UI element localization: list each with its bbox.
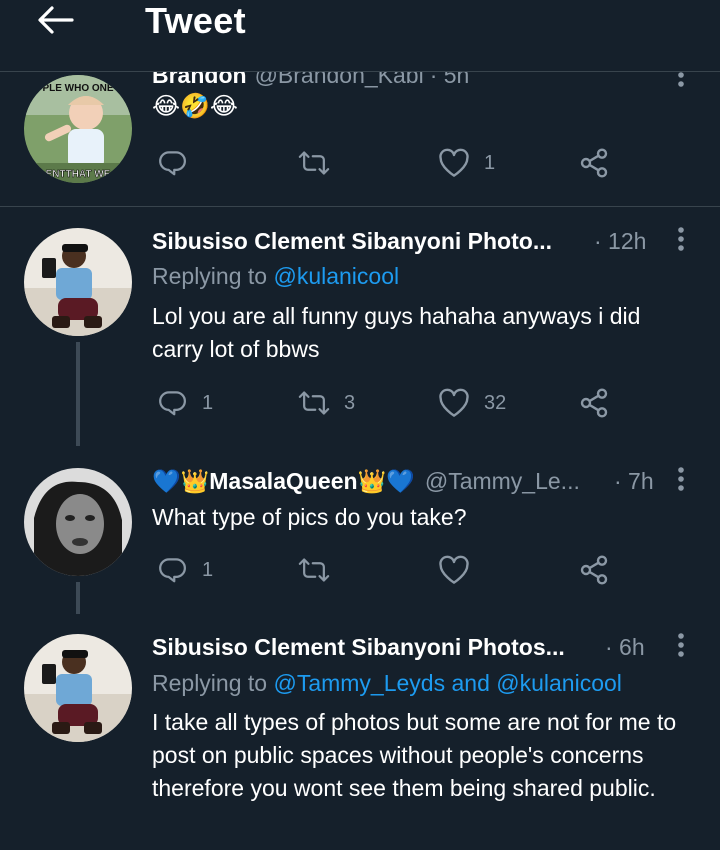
timestamp[interactable]: · 7h (614, 468, 654, 495)
more-options-button[interactable] (670, 466, 692, 496)
more-icon (678, 467, 684, 491)
tweet-sibusiso-2[interactable]: Sibusiso Clement Sibanyoni Photos... · 6… (0, 614, 720, 850)
replying-to: Replying to @Tammy_Leyds and @kulanicool (152, 670, 622, 697)
more-options-button[interactable] (670, 226, 692, 256)
share-button[interactable] (578, 143, 610, 183)
tweet-masalaqueen[interactable]: 💙👑MasalaQueen👑💙 @Tammy_Le... · 7h What t… (0, 446, 720, 614)
reply-count: 1 (202, 391, 214, 414)
tweet-sibusiso-1[interactable]: Sibusiso Clement Sibanyoni Photo... · 12… (0, 206, 720, 446)
reply-icon (159, 558, 186, 583)
reply-button[interactable] (158, 143, 202, 183)
tweet-header: Sibusiso Clement Sibanyoni Photos... (152, 634, 565, 661)
reply-button[interactable]: 1 (158, 550, 213, 590)
more-icon (678, 227, 684, 251)
timestamp[interactable]: · 12h (594, 228, 646, 255)
avatar-masalaqueen[interactable] (24, 468, 132, 576)
more-options-button[interactable] (670, 632, 692, 662)
retweet-button[interactable] (298, 143, 344, 183)
like-button[interactable]: 32 (438, 383, 506, 423)
back-button[interactable] (36, 4, 76, 36)
share-button[interactable] (578, 550, 610, 590)
tweet-text: I take all types of photos but some are … (152, 709, 677, 801)
avatar-sibusiso[interactable] (24, 634, 132, 742)
action-bar: 1 3 32 (152, 383, 622, 423)
timestamp[interactable]: · 6h (605, 634, 645, 661)
share-icon (580, 148, 608, 178)
like-button[interactable]: 1 (438, 143, 495, 183)
tweet-feed: PLE WHO ONE ENTTHAT WE Brandon @Brandon_… (0, 0, 720, 850)
replying-prefix: Replying to (152, 670, 268, 696)
action-bar: 1 (152, 143, 622, 183)
like-count: 1 (484, 151, 496, 174)
replying-prefix: Replying to (152, 263, 268, 289)
handle[interactable]: @Tammy_Le... (425, 468, 580, 495)
action-bar: 1 (152, 550, 622, 590)
share-button[interactable] (578, 383, 610, 423)
share-icon (580, 388, 608, 418)
display-name[interactable]: Sibusiso Clement Sibanyoni Photos... (152, 634, 565, 661)
retweet-icon (298, 558, 330, 582)
reply-button[interactable]: 1 (158, 383, 213, 423)
display-name[interactable]: Sibusiso Clement Sibanyoni Photo... (152, 228, 552, 255)
page-title: Tweet (145, 0, 246, 41)
retweet-button[interactable]: 3 (298, 383, 355, 423)
tweet-text: 😂🤣😂 (152, 93, 238, 120)
avatar-caption-top: PLE WHO ONE (42, 83, 113, 94)
tweet-text: What type of pics do you take? (152, 504, 467, 530)
heart-icon (439, 148, 469, 177)
reply-count: 1 (202, 558, 214, 581)
reply-icon (159, 391, 186, 416)
avatar-caption-bottom: ENTTHAT WE (46, 169, 111, 180)
thread-line (76, 582, 80, 614)
retweet-icon (298, 151, 330, 175)
heart-icon (439, 555, 469, 584)
tweet-text: Lol you are all funny guys hahaha anyway… (152, 303, 641, 362)
share-icon (580, 555, 608, 585)
avatar-brandon[interactable]: PLE WHO ONE ENTTHAT WE (24, 75, 132, 183)
replying-to: Replying to @kulanicool (152, 263, 399, 290)
reply-icon (159, 151, 186, 176)
thread-line (76, 342, 80, 446)
back-arrow-icon (38, 6, 74, 34)
mention-link[interactable]: @kulanicool (273, 263, 399, 289)
heart-icon (439, 388, 469, 417)
more-icon (678, 633, 684, 657)
tweet-header: Sibusiso Clement Sibanyoni Photo... (152, 228, 552, 255)
display-name[interactable]: 💙👑MasalaQueen👑💙 (152, 468, 415, 495)
like-button[interactable] (438, 550, 484, 590)
like-count: 32 (484, 391, 507, 414)
top-header: Tweet (0, 0, 720, 72)
retweet-button[interactable] (298, 550, 344, 590)
avatar-sibusiso[interactable] (24, 228, 132, 336)
retweet-count: 3 (344, 391, 356, 414)
tweet-header: 💙👑MasalaQueen👑💙 @Tammy_Le... (152, 468, 580, 495)
retweet-icon (298, 391, 330, 415)
mention-link[interactable]: @Tammy_Leyds and @kulanicool (273, 670, 621, 696)
